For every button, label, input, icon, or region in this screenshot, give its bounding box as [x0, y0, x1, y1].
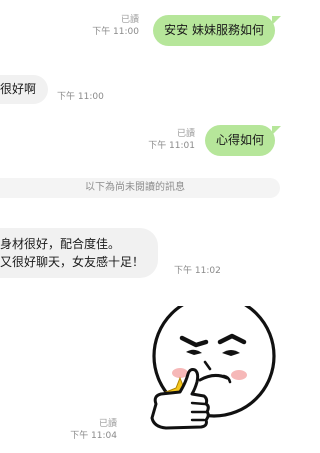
- message-text-line: 又很好聊天，女友感十足！: [0, 255, 145, 269]
- message-text: 心得如何: [215, 133, 264, 147]
- unread-divider-label: 以下為尚未閱讀的訊息: [85, 182, 185, 193]
- incoming-message-bubble[interactable]: 很好啊: [0, 75, 49, 104]
- outgoing-message-bubble[interactable]: 心得如何: [204, 125, 275, 156]
- message-meta: 下午 11:02: [174, 265, 221, 277]
- outgoing-message-bubble[interactable]: 安安 妹妹服務如何: [153, 15, 275, 46]
- message-text: 安安 妹妹服務如何: [164, 23, 264, 37]
- bubble-tail: [272, 16, 281, 25]
- read-receipt: 已讀: [98, 419, 117, 429]
- message-time: 下午 11:00: [92, 27, 139, 37]
- message-time: 下午 11:02: [174, 266, 221, 276]
- message-meta: 已讀 下午 11:01: [148, 128, 195, 152]
- message-time: 下午 11:01: [148, 141, 195, 151]
- message-text: 很好啊: [0, 82, 37, 96]
- chat-window: 已讀 下午 11:00 安安 妹妹服務如何 很好啊 下午 11:00 已讀 下午…: [0, 0, 289, 453]
- message-meta: 已讀 下午 11:04: [70, 418, 117, 442]
- message-time: 下午 11:00: [57, 92, 104, 102]
- read-receipt: 已讀: [176, 129, 195, 139]
- read-receipt: 已讀: [120, 15, 139, 25]
- thumbs-up-smirk-sticker-icon[interactable]: [136, 294, 276, 441]
- message-time: 下午 11:04: [70, 431, 117, 441]
- message-meta: 已讀 下午 11:00: [92, 14, 139, 38]
- unread-divider: 以下為尚未閱讀的訊息: [0, 178, 280, 198]
- incoming-message-bubble[interactable]: 身材很好，配合度佳。 又很好聊天，女友感十足！: [0, 228, 159, 278]
- message-text-line: 身材很好，配合度佳。: [0, 237, 121, 251]
- message-meta: 下午 11:00: [57, 91, 104, 103]
- bubble-tail: [272, 126, 281, 135]
